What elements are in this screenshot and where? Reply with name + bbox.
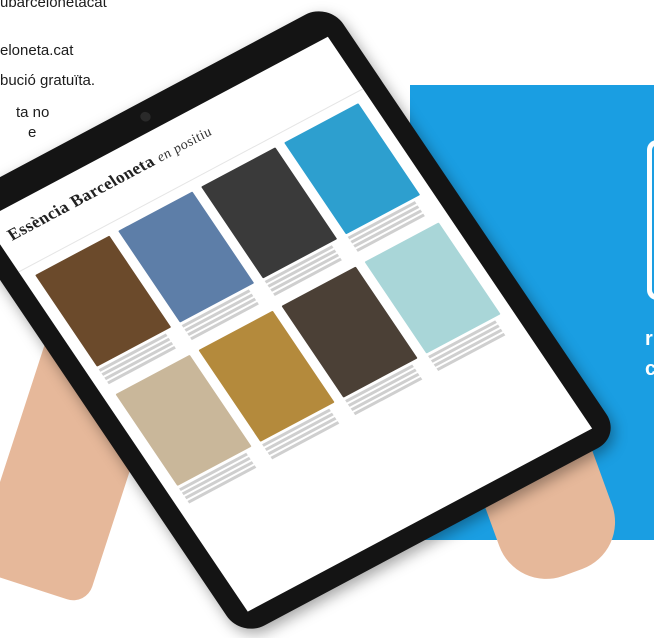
blue-panel-mark-1: r [645,328,653,350]
background-text-line-4: ta no [16,104,50,121]
background-text-line-1: ubarcelonetacat [0,0,107,11]
blue-panel-bracket [647,140,654,300]
tablet-camera [138,110,153,124]
background-text-line-2: eloneta.cat [0,42,74,59]
background-text-line-5: e [28,124,37,141]
background-text-line-3: bució gratuïta. [0,72,96,89]
site-logo-tagline: en positiu [154,124,216,166]
blue-panel-mark-2: c [645,358,654,380]
